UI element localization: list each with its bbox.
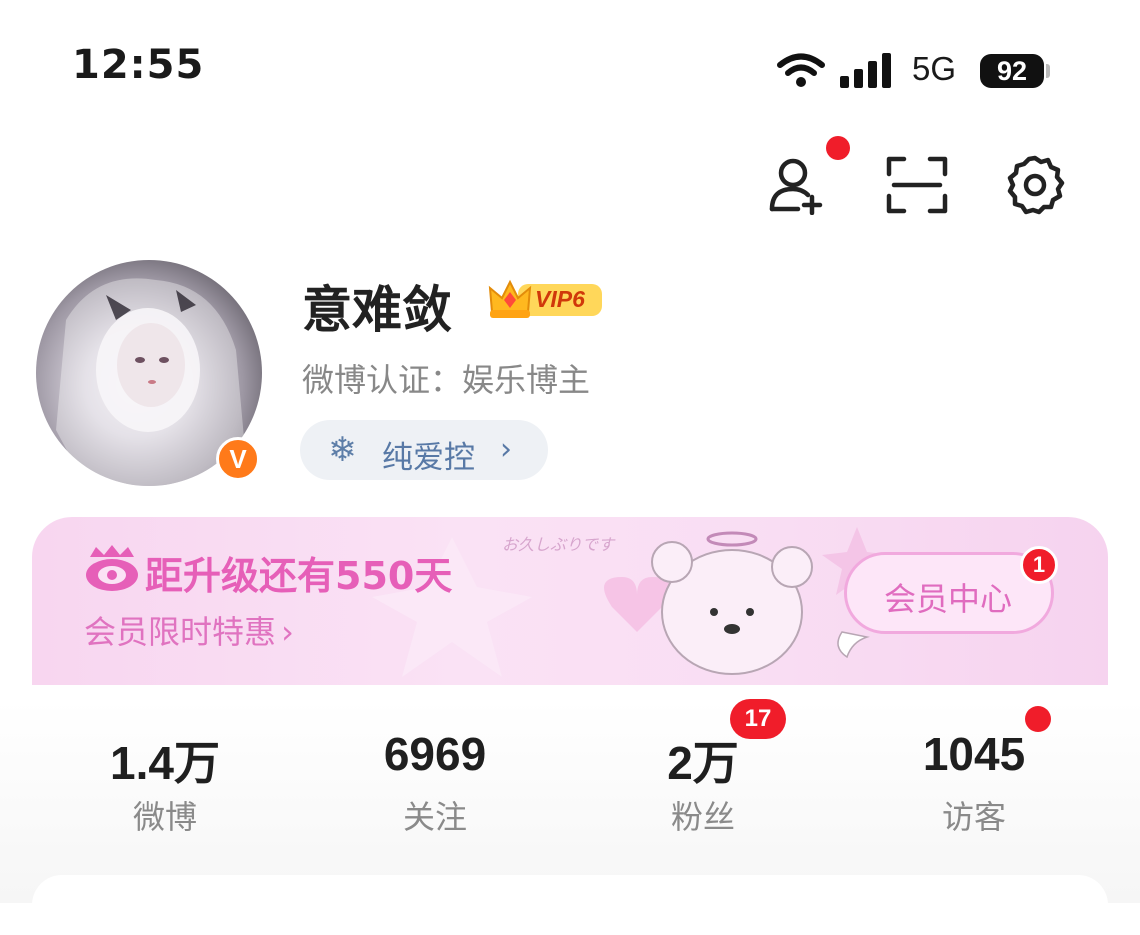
notification-dot — [826, 136, 850, 160]
network-type: 5G — [912, 50, 957, 87]
signal-icon — [840, 53, 891, 88]
stat-weibo-count: 1.4万 — [110, 737, 220, 789]
battery-indicator: 92 — [980, 54, 1044, 88]
battery-nub — [1046, 64, 1050, 78]
vip-level: VIP6 — [535, 286, 585, 312]
vip-badge[interactable]: VIP6 — [488, 276, 604, 322]
visitors-notification-dot — [1025, 706, 1051, 732]
member-notification-badge: 1 — [1020, 546, 1058, 584]
content-card — [32, 875, 1108, 935]
banner-subtitle-link[interactable]: 会员限时特惠 › — [84, 607, 294, 653]
profile-username: 意难敛 — [302, 281, 452, 339]
followers-new-badge: 17 — [730, 699, 786, 739]
stat-following-label: 关注 — [402, 798, 467, 836]
chevron-right-icon: › — [500, 432, 512, 467]
stat-followers-label: 粉丝 — [670, 798, 735, 836]
stat-visitors-count: 1045 — [922, 728, 1026, 780]
member-center-label: 会员中心 — [884, 580, 1013, 618]
status-time: 12:55 — [72, 42, 205, 88]
stat-followers-count: 2万 — [667, 737, 739, 789]
banner-title: 距升级还有550天 — [145, 554, 453, 598]
stat-following-count: 6969 — [383, 728, 487, 780]
stat-visitors-label: 访客 — [941, 798, 1006, 836]
verified-badge: V — [216, 437, 260, 481]
settings-gear-icon[interactable] — [1004, 154, 1066, 216]
wifi-icon — [777, 53, 825, 87]
chevron-right-icon: › — [281, 613, 294, 651]
tag-label: 纯爱控 — [382, 440, 475, 476]
banner-subtitle: 会员限时特惠 — [84, 613, 277, 651]
banner-decor-text: お久しぶりです — [502, 535, 615, 554]
snowflake-icon: ❄ — [328, 430, 357, 470]
weibo-logo-icon — [86, 545, 138, 591]
certification-text: 微博认证：娱乐博主 — [302, 361, 591, 399]
interest-tag[interactable]: ❄ 纯爱控 › — [300, 420, 548, 480]
stat-weibo-label: 微博 — [132, 798, 197, 836]
scan-icon[interactable] — [886, 156, 948, 214]
add-friend-icon[interactable] — [768, 155, 832, 215]
